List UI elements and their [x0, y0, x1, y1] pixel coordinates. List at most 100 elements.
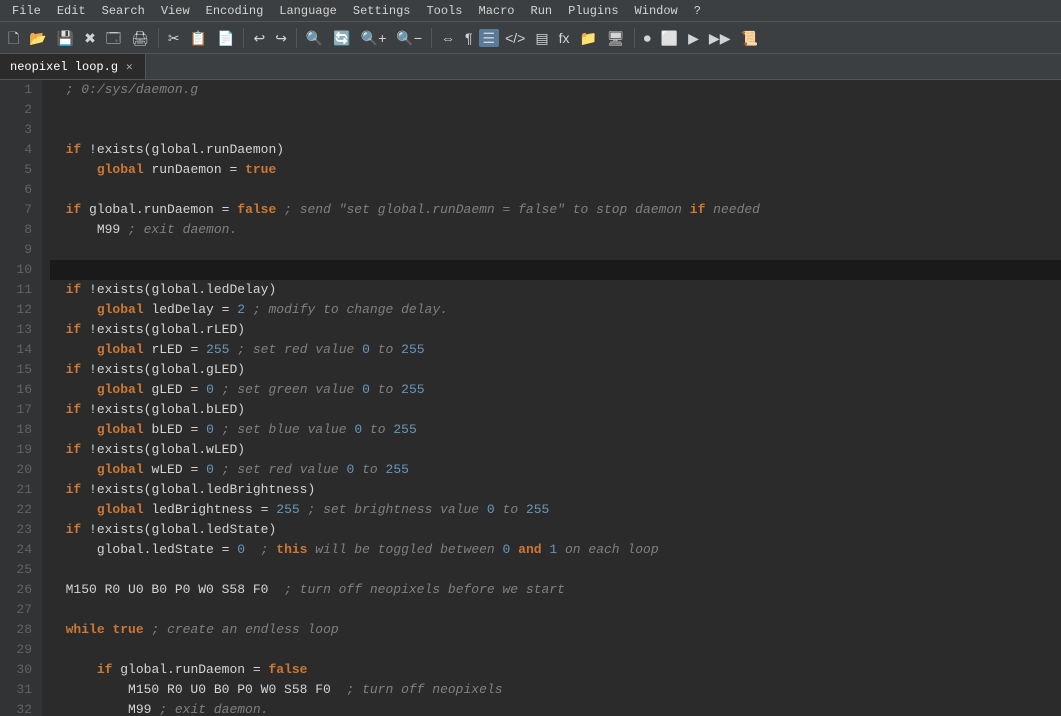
line-num-3: 3 — [8, 120, 32, 140]
code-line-28: while true ; create an endless loop — [50, 620, 1061, 640]
code-line-3 — [50, 120, 1061, 140]
menu-view[interactable]: View — [153, 2, 198, 20]
monitor-button[interactable]: 🖥 — [603, 29, 629, 47]
menu-file[interactable]: File — [4, 2, 49, 20]
line-num-30: 30 — [8, 660, 32, 680]
find-button[interactable]: 🔍 — [302, 29, 327, 47]
line-num-5: 5 — [8, 160, 32, 180]
code-line-30: if global.runDaemon = false — [50, 660, 1061, 680]
line-num-14: 14 — [8, 340, 32, 360]
play-mult-button[interactable]: ▶▶ — [705, 29, 735, 47]
menu-help[interactable]: ? — [686, 2, 709, 20]
copy-button[interactable]: 📋 — [186, 29, 211, 47]
line-num-7: 7 — [8, 200, 32, 220]
code-line-31: M150 R0 U0 B0 P0 W0 S58 F0 ; turn off ne… — [50, 680, 1061, 700]
line-num-9: 9 — [8, 240, 32, 260]
toolbar-sep-4 — [431, 28, 432, 48]
menu-settings[interactable]: Settings — [345, 2, 419, 20]
stop-button[interactable]: ⬜ — [657, 29, 682, 47]
line-num-20: 20 — [8, 460, 32, 480]
menu-edit[interactable]: Edit — [49, 2, 94, 20]
redo-button[interactable]: ↪ — [271, 29, 291, 47]
sync-scroll-button[interactable]: ⇔ — [437, 29, 459, 47]
code-area[interactable]: ; 0:/sys/daemon.g if !exists(global.runD… — [42, 80, 1061, 716]
code-line-6 — [50, 180, 1061, 200]
indent-guide-button[interactable]: ☰ — [479, 29, 500, 47]
view-all-chars-button[interactable]: ▤ — [531, 29, 552, 47]
line-num-22: 22 — [8, 500, 32, 520]
code-line-11: if !exists(global.ledDelay) — [50, 280, 1061, 300]
line-num-26: 26 — [8, 580, 32, 600]
menubar: File Edit Search View Encoding Language … — [0, 0, 1061, 22]
print-button[interactable]: 🖨 — [127, 29, 153, 47]
close-button[interactable]: ✖ — [80, 29, 100, 47]
code-line-26: M150 R0 U0 B0 P0 W0 S58 F0 ; turn off ne… — [50, 580, 1061, 600]
find-replace-button[interactable]: 🔄 — [329, 29, 354, 47]
menu-macro[interactable]: Macro — [471, 2, 523, 20]
line-num-32: 32 — [8, 700, 32, 716]
menu-encoding[interactable]: Encoding — [198, 2, 272, 20]
code-line-19: if !exists(global.wLED) — [50, 440, 1061, 460]
menu-window[interactable]: Window — [627, 2, 686, 20]
toolbar-sep-2 — [243, 28, 244, 48]
code-line-9 — [50, 240, 1061, 260]
function-list-button[interactable]: fx — [555, 29, 574, 47]
code-line-10 — [50, 260, 1061, 280]
line-num-4: 4 — [8, 140, 32, 160]
toolbar-sep-5 — [634, 28, 635, 48]
code-line-27 — [50, 600, 1061, 620]
line-num-18: 18 — [8, 420, 32, 440]
code-line-7: if global.runDaemon = false ; send "set … — [50, 200, 1061, 220]
line-num-21: 21 — [8, 480, 32, 500]
editor: 1 2 3 4 5 6 7 8 9 10 11 12 13 14 15 16 1… — [0, 80, 1061, 716]
line-num-13: 13 — [8, 320, 32, 340]
code-line-2 — [50, 100, 1061, 120]
xml-button[interactable]: </> — [501, 29, 529, 47]
menu-plugins[interactable]: Plugins — [560, 2, 626, 20]
menu-tools[interactable]: Tools — [418, 2, 470, 20]
tab-close-button[interactable]: ✕ — [124, 60, 135, 74]
line-num-19: 19 — [8, 440, 32, 460]
code-line-29 — [50, 640, 1061, 660]
code-line-1: ; 0:/sys/daemon.g — [50, 80, 1061, 100]
tab-neopixel[interactable]: neopixel loop.g ✕ — [0, 54, 146, 79]
toolbar-sep-1 — [158, 28, 159, 48]
line-num-28: 28 — [8, 620, 32, 640]
record-button[interactable]: ⏺ — [640, 29, 655, 47]
new-file-button[interactable]: 🗋 — [4, 29, 23, 47]
code-line-8: M99 ; exit daemon. — [50, 220, 1061, 240]
save-button[interactable]: 💾 — [53, 29, 78, 47]
code-line-13: if !exists(global.rLED) — [50, 320, 1061, 340]
tabbar: neopixel loop.g ✕ — [0, 54, 1061, 80]
code-line-25 — [50, 560, 1061, 580]
code-line-4: if !exists(global.runDaemon) — [50, 140, 1061, 160]
zoom-out-button[interactable]: 🔍− — [392, 29, 426, 47]
line-num-17: 17 — [8, 400, 32, 420]
undo-button[interactable]: ↩ — [249, 29, 269, 47]
code-line-17: if !exists(global.bLED) — [50, 400, 1061, 420]
zoom-in-button[interactable]: 🔍+ — [357, 29, 391, 47]
code-line-15: if !exists(global.gLED) — [50, 360, 1061, 380]
toolbar: 🗋 📂 💾 ✖ 🗔 🖨 ✂ 📋 📄 ↩ ↪ 🔍 🔄 🔍+ 🔍− ⇔ ¶ ☰ </… — [0, 22, 1061, 54]
menu-run[interactable]: Run — [523, 2, 561, 20]
open-file-button[interactable]: 📂 — [25, 29, 50, 47]
clone-button[interactable]: 🗔 — [102, 29, 125, 47]
line-num-25: 25 — [8, 560, 32, 580]
line-numbers: 1 2 3 4 5 6 7 8 9 10 11 12 13 14 15 16 1… — [0, 80, 42, 716]
line-num-12: 12 — [8, 300, 32, 320]
code-line-21: if !exists(global.ledBrightness) — [50, 480, 1061, 500]
macro-button[interactable]: 📜 — [736, 29, 761, 47]
line-num-11: 11 — [8, 280, 32, 300]
line-num-10: 10 — [8, 260, 32, 280]
folder-button[interactable]: 📁 — [575, 29, 600, 47]
menu-language[interactable]: Language — [271, 2, 345, 20]
play-button[interactable]: ▶ — [684, 29, 703, 47]
code-line-18: global bLED = 0 ; set blue value 0 to 25… — [50, 420, 1061, 440]
tab-label: neopixel loop.g — [10, 60, 118, 74]
menu-search[interactable]: Search — [94, 2, 153, 20]
code-line-5: global runDaemon = true — [50, 160, 1061, 180]
line-num-1: 1 — [8, 80, 32, 100]
cut-button[interactable]: ✂ — [164, 29, 184, 47]
word-wrap-button[interactable]: ¶ — [461, 29, 477, 47]
paste-button[interactable]: 📄 — [213, 29, 238, 47]
